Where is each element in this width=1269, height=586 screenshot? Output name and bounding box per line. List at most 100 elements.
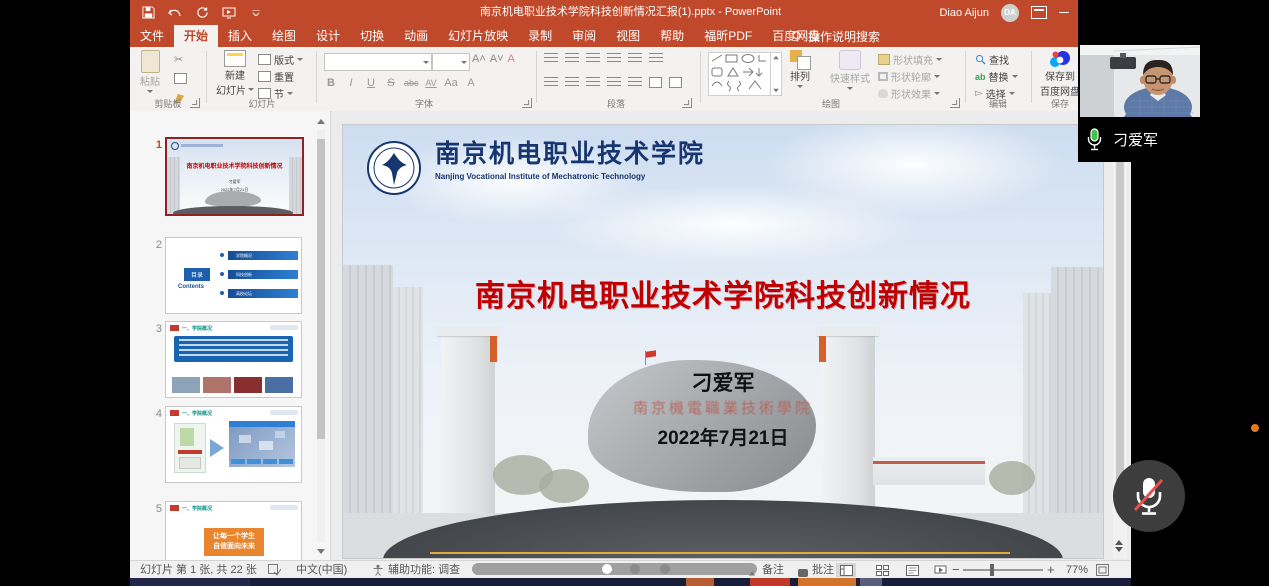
decrease-indent-icon[interactable]: [586, 53, 600, 64]
font-dialog-launcher[interactable]: [522, 98, 532, 108]
font-size-input[interactable]: [432, 53, 470, 71]
underline-icon[interactable]: U: [364, 77, 378, 89]
new-slide-button[interactable]: 新建 幻灯片: [216, 50, 254, 97]
thumbnails-scroll-down-icon[interactable]: [317, 549, 325, 554]
language-indicator[interactable]: 中文(中国): [296, 561, 347, 579]
cut-icon[interactable]: ✂: [174, 53, 187, 66]
account-user-name[interactable]: Diao Aijun: [939, 7, 989, 19]
align-center-icon[interactable]: [565, 77, 579, 88]
paragraph-dialog-launcher[interactable]: [682, 98, 692, 108]
tab-绘图[interactable]: 绘图: [262, 25, 306, 47]
clipboard-dialog-launcher[interactable]: [190, 98, 200, 108]
tab-视图[interactable]: 视图: [606, 25, 650, 47]
font-color-icon[interactable]: A: [464, 77, 478, 89]
subscript-icon[interactable]: abc: [404, 78, 418, 88]
shape-fill-button[interactable]: 形状填充: [878, 52, 942, 67]
shapes-scroll-down-icon[interactable]: [773, 89, 779, 93]
slideshow-view-button[interactable]: [930, 563, 950, 577]
line-spacing-icon[interactable]: [628, 53, 642, 64]
tab-福昕PDF[interactable]: 福昕PDF: [694, 25, 762, 47]
find-icon: [975, 54, 986, 65]
align-left-icon[interactable]: [544, 77, 558, 88]
shapes-gallery[interactable]: [708, 52, 782, 96]
reset-button[interactable]: 重置: [258, 69, 303, 84]
shrink-font-icon[interactable]: A˅: [490, 53, 504, 65]
thumbnails-scroll-up-icon[interactable]: [317, 119, 325, 124]
microphone-muted-button[interactable]: [1113, 460, 1185, 532]
windows-taskbar-sliver: [130, 578, 1131, 586]
reading-view-button[interactable]: [902, 563, 922, 577]
tab-文件[interactable]: 文件: [130, 25, 174, 47]
arrange-button[interactable]: 排列: [790, 50, 810, 88]
slide-counter[interactable]: 幻灯片 第 1 张, 共 22 张: [140, 561, 257, 579]
tab-切换[interactable]: 切换: [350, 25, 394, 47]
slide-canvas[interactable]: 南京机电职业技术学院 Nanjing Vocational Institute …: [343, 125, 1103, 558]
quick-styles-button[interactable]: 快速样式: [830, 50, 870, 90]
toolbar-dot-1[interactable]: [630, 564, 640, 574]
clear-format-icon[interactable]: A: [508, 53, 515, 65]
slide-thumbnail-4[interactable]: 一、学院概况: [165, 406, 302, 483]
tab-幻灯片放映[interactable]: 幻灯片放映: [438, 25, 518, 47]
strikethrough-icon[interactable]: S: [384, 77, 398, 89]
paste-button[interactable]: 粘贴: [140, 50, 160, 93]
zoom-slider[interactable]: [963, 569, 1043, 571]
tab-审阅[interactable]: 审阅: [562, 25, 606, 47]
slide-thumbnail-2[interactable]: 目录 Contents 学院概况 科技创新 高校论坛: [165, 237, 302, 314]
zoom-level[interactable]: 77%: [1066, 561, 1088, 579]
char-spacing-icon[interactable]: AV: [424, 78, 438, 88]
increase-indent-icon[interactable]: [607, 53, 621, 64]
layout-button[interactable]: 版式: [258, 52, 303, 67]
tab-动画[interactable]: 动画: [394, 25, 438, 47]
minimize-button[interactable]: [1059, 12, 1069, 13]
slide-sorter-view-button[interactable]: [872, 563, 892, 577]
normal-view-button[interactable]: [836, 563, 856, 577]
replace-button[interactable]: ab替换: [975, 69, 1018, 84]
find-button[interactable]: 查找: [975, 52, 1018, 67]
slide-thumbnail-1[interactable]: 南京机电职业技术学院科技创新情况 刁爱军 2022年7月21日: [165, 137, 304, 216]
shape-outline-button[interactable]: 形状轮廓: [878, 69, 942, 84]
tab-插入[interactable]: 插入: [218, 25, 262, 47]
zoom-slider-thumb[interactable]: [990, 564, 994, 576]
drawing-dialog-launcher[interactable]: [950, 98, 960, 108]
copy-icon[interactable]: [174, 71, 187, 89]
italic-icon[interactable]: I: [344, 77, 358, 89]
comments-toggle[interactable]: 批注: [812, 561, 834, 579]
numbering-icon[interactable]: [565, 53, 579, 64]
notes-toggle[interactable]: 备注: [762, 561, 784, 579]
thumbnails-scroll-thumb[interactable]: [317, 139, 325, 439]
tab-录制[interactable]: 录制: [518, 25, 562, 47]
toolbar-dot-2[interactable]: [660, 564, 670, 574]
shapes-scroll-up-icon[interactable]: [773, 56, 779, 60]
grow-font-icon[interactable]: A˄: [472, 53, 486, 65]
tell-me-search[interactable]: 操作说明搜索: [790, 25, 880, 47]
editor-scroll-thumb[interactable]: [1116, 135, 1124, 513]
tab-设计[interactable]: 设计: [306, 25, 350, 47]
participant-webcam-video[interactable]: [1080, 45, 1200, 117]
align-right-icon[interactable]: [586, 77, 600, 88]
change-case-icon[interactable]: Aa: [444, 77, 458, 89]
text-direction-icon[interactable]: [649, 53, 663, 64]
previous-slide-icon[interactable]: [1115, 540, 1123, 545]
next-slide-icon[interactable]: [1115, 547, 1123, 552]
tab-开始[interactable]: 开始: [174, 25, 218, 47]
align-text-icon[interactable]: [649, 77, 662, 88]
justify-icon[interactable]: [607, 77, 621, 88]
toolbar-dot-white[interactable]: [602, 564, 612, 574]
columns-icon[interactable]: [628, 77, 642, 88]
ribbon-display-options-icon[interactable]: [1031, 6, 1047, 19]
smartart-convert-icon[interactable]: [669, 77, 682, 88]
slide-thumbnail-3[interactable]: 一、学院概况: [165, 321, 302, 398]
font-name-input[interactable]: [324, 53, 432, 71]
title-bar: 南京机电职业技术学院科技创新情况汇报(1).pptx - PowerPoint …: [130, 0, 1131, 25]
account-avatar[interactable]: DA: [1001, 4, 1019, 22]
tab-帮助[interactable]: 帮助: [650, 25, 694, 47]
save-to-baidu-button[interactable]: 保存到 百度网盘: [1038, 50, 1082, 98]
bold-icon[interactable]: B: [324, 77, 338, 89]
bullets-icon[interactable]: [544, 53, 558, 64]
zoom-out-button[interactable]: −: [952, 561, 960, 579]
thumbnails-scrollbar[interactable]: [315, 113, 327, 558]
meeting-toolbar-collapsed[interactable]: [472, 563, 757, 575]
slide-thumbnail-5[interactable]: 一、学院概况 让每一个学生 自信面向未来: [165, 501, 302, 561]
zoom-in-button[interactable]: +: [1047, 561, 1055, 579]
accessibility-status[interactable]: 辅助功能: 调查: [388, 561, 460, 579]
